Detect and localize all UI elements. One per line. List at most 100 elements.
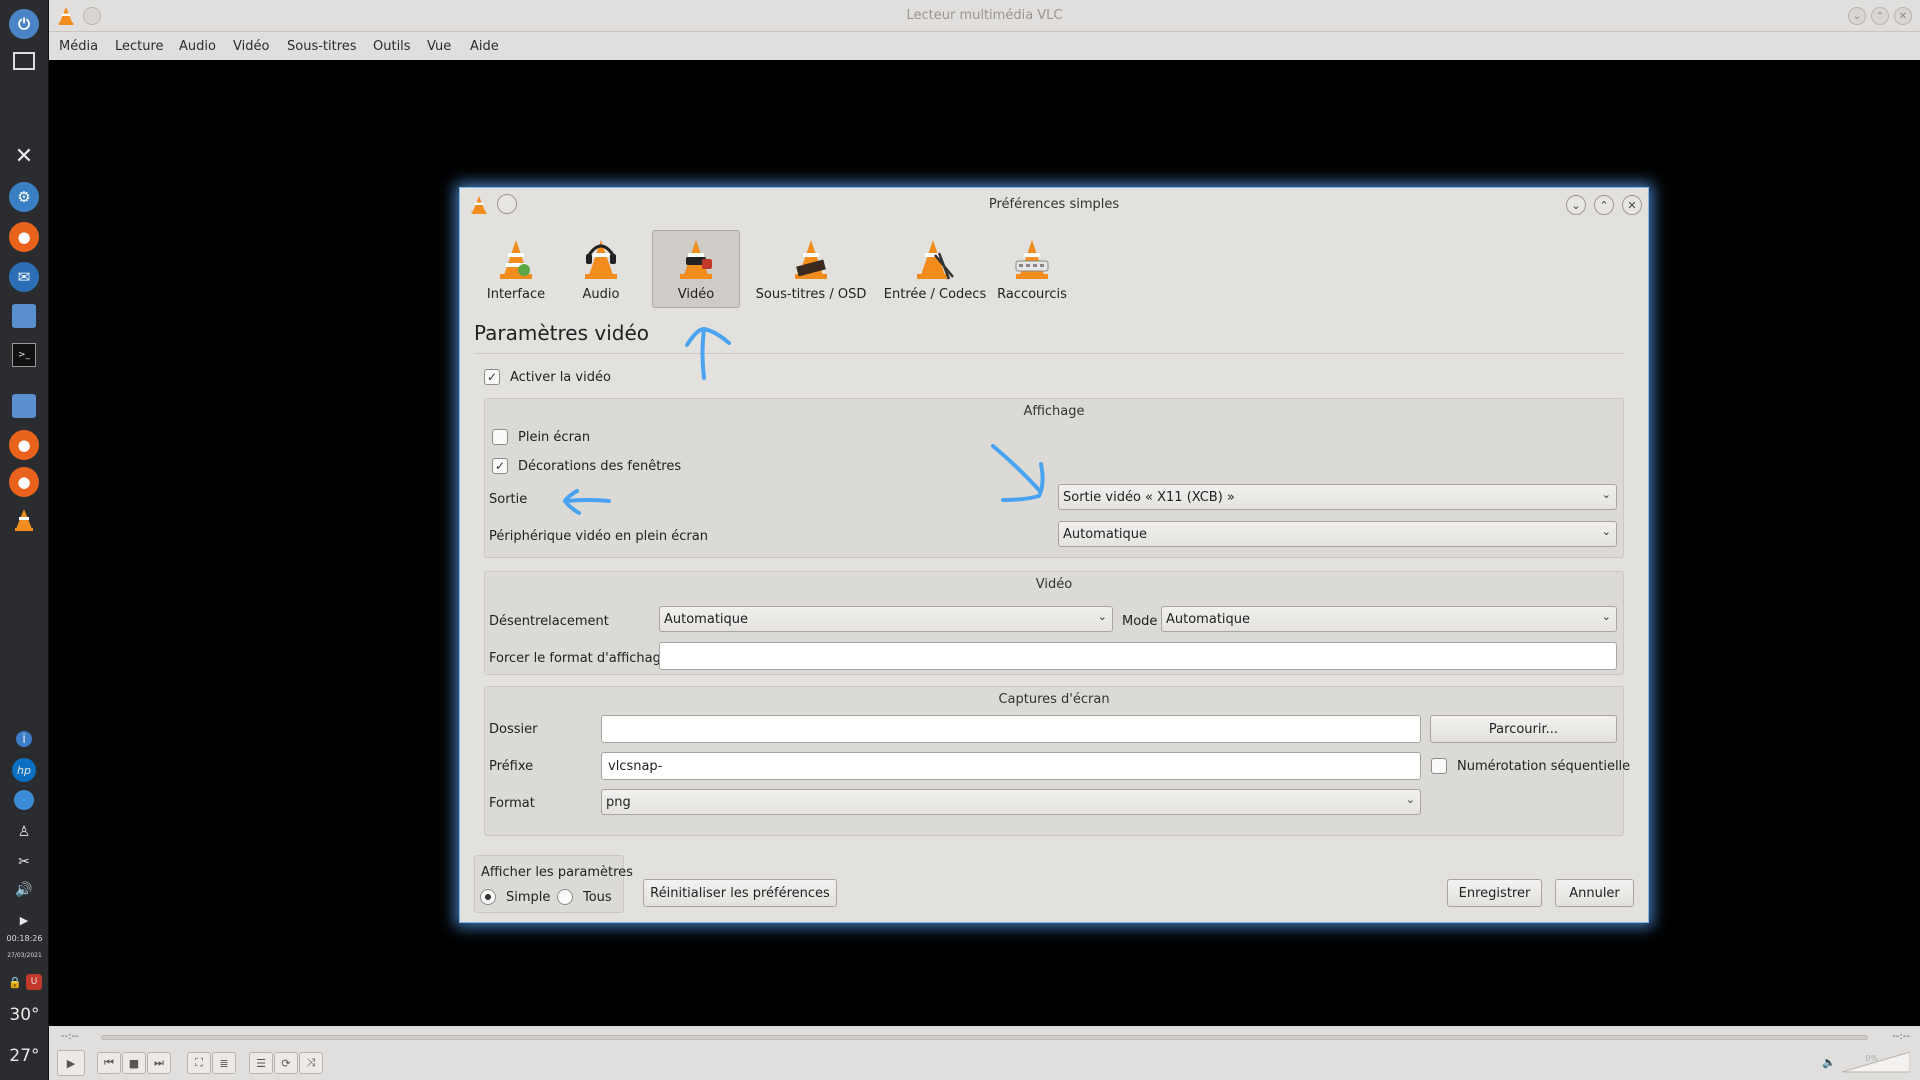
save-button[interactable]: Enregistrer xyxy=(1447,879,1542,907)
tab-video[interactable]: Vidéo xyxy=(652,230,740,308)
mode-label: Mode xyxy=(1122,614,1158,629)
playlist-button[interactable]: ☰ xyxy=(249,1052,273,1074)
menu-playback[interactable]: Lecture xyxy=(115,39,164,54)
deinterlace-mode-select[interactable]: Automatique ⌄ xyxy=(1161,606,1617,632)
file-manager-2-icon[interactable] xyxy=(12,394,36,418)
window-decorations-label[interactable]: Décorations des fenêtres xyxy=(518,459,681,474)
thunderbird-icon[interactable]: ✉ xyxy=(9,262,39,292)
expand-tray-icon[interactable]: ▶ xyxy=(12,908,36,932)
show-settings-box: Afficher les paramètres Simple Tous xyxy=(474,855,633,913)
dialog-titlebar: Préférences simples ⌄ ⌃ ✕ xyxy=(460,188,1648,222)
show-settings-title: Afficher les paramètres xyxy=(481,865,633,880)
snapshots-group: Captures d'écran Dossier Parcourir... Pr… xyxy=(484,686,1630,836)
enable-video-checkbox[interactable]: ✓ xyxy=(484,369,500,385)
volume-icon[interactable]: 🔊 xyxy=(12,878,36,902)
scissors-icon[interactable]: ✂ xyxy=(12,850,36,874)
printer-icon[interactable]: ♙ xyxy=(12,820,36,844)
tools-icon[interactable]: ✕ xyxy=(12,144,36,169)
tab-hotkeys-label: Raccourcis xyxy=(997,287,1067,302)
lock-icon[interactable]: 🔒 xyxy=(7,974,23,990)
menu-tools[interactable]: Outils xyxy=(373,39,411,54)
video-output-select[interactable]: Sortie vidéo « X11 (XCB) » ⌄ xyxy=(1058,484,1617,510)
vlc-icon[interactable] xyxy=(12,508,36,532)
fullscreen-checkbox[interactable] xyxy=(492,429,508,445)
play-button[interactable]: ▶ xyxy=(57,1050,85,1076)
previous-button[interactable]: ⏮ xyxy=(97,1052,121,1074)
window-decorations-checkbox[interactable]: ✓ xyxy=(492,458,508,474)
simple-radio-label[interactable]: Simple xyxy=(506,890,550,905)
section-divider xyxy=(474,353,1624,354)
fullscreen-button[interactable]: ⛶ xyxy=(187,1052,211,1074)
sequential-numbering-label[interactable]: Numérotation séquentielle xyxy=(1457,759,1630,774)
tab-hotkeys[interactable]: Raccourcis xyxy=(982,230,1082,308)
chevron-down-icon: ⌄ xyxy=(1405,793,1415,806)
annotation-arrow-left xyxy=(562,489,611,515)
elapsed-time: --:-- xyxy=(61,1031,79,1042)
loop-button[interactable]: ⟳ xyxy=(274,1052,298,1074)
firefox-2-icon[interactable]: ● xyxy=(9,430,39,460)
reset-preferences-button[interactable]: Réinitialiser les préférences xyxy=(643,879,837,907)
dialog-minimize-button[interactable]: ⌄ xyxy=(1566,195,1586,215)
firefox-icon[interactable]: ● xyxy=(9,222,39,252)
clock-date: 27/03/2021 xyxy=(7,952,42,959)
tab-interface[interactable]: Interface xyxy=(480,230,552,308)
sequential-numbering-checkbox[interactable] xyxy=(1431,758,1447,774)
dialog-close-button[interactable]: ✕ xyxy=(1622,195,1642,215)
aspect-ratio-input[interactable] xyxy=(659,642,1617,670)
menu-subtitles[interactable]: Sous-titres xyxy=(287,39,357,54)
fullscreen-device-value: Automatique xyxy=(1063,527,1148,542)
firefox-3-icon[interactable]: ● xyxy=(9,467,39,497)
info-icon[interactable]: i xyxy=(16,731,32,747)
browse-button[interactable]: Parcourir... xyxy=(1430,715,1617,743)
taskbar: ⏻ ✕ ⚙ ● ✉ >_ ● ● i hp ♙ ✂ 🔊 ▶ 00:18:26 2… xyxy=(0,0,49,1080)
enable-video-label[interactable]: Activer la vidéo xyxy=(510,370,611,385)
fullscreen-device-select[interactable]: Automatique ⌄ xyxy=(1058,521,1617,547)
video-output-value: Sortie vidéo « X11 (XCB) » xyxy=(1063,490,1235,505)
clock-time: 00:18:26 xyxy=(6,934,43,943)
video-cone-icon xyxy=(680,240,712,279)
network-icon[interactable] xyxy=(14,790,34,810)
file-manager-icon[interactable] xyxy=(12,304,36,328)
stop-button[interactable]: ■ xyxy=(122,1052,146,1074)
seek-slider[interactable] xyxy=(101,1035,1868,1040)
next-button[interactable]: ⏭ xyxy=(147,1052,171,1074)
deinterlace-select[interactable]: Automatique ⌄ xyxy=(659,606,1113,632)
menu-help[interactable]: Aide xyxy=(470,39,499,54)
app-launcher-icon[interactable]: ⏻ xyxy=(9,9,39,39)
all-radio-label[interactable]: Tous xyxy=(583,890,612,905)
menu-video[interactable]: Vidéo xyxy=(233,39,269,54)
terminal-icon[interactable]: >_ xyxy=(12,343,36,367)
dialog-maximize-button[interactable]: ⌃ xyxy=(1594,195,1614,215)
tab-input-codecs[interactable]: Entrée / Codecs xyxy=(874,230,996,308)
section-title: Paramètres vidéo xyxy=(474,321,650,345)
fullscreen-label[interactable]: Plein écran xyxy=(518,430,590,445)
menu-view[interactable]: Vue xyxy=(427,39,451,54)
simple-radio[interactable] xyxy=(480,889,496,905)
mute-icon[interactable]: 🔈 xyxy=(1822,1056,1836,1069)
menu-audio[interactable]: Audio xyxy=(179,39,216,54)
snapshot-format-value: png xyxy=(606,795,631,810)
snapshot-folder-input[interactable] xyxy=(601,715,1421,743)
shield-icon[interactable]: U xyxy=(26,974,42,990)
audio-cone-icon xyxy=(585,240,617,279)
tab-subtitles-osd[interactable]: Sous-titres / OSD xyxy=(750,230,872,308)
vlc-minimize-button[interactable]: ⌄ xyxy=(1848,7,1866,25)
preferences-dialog: Préférences simples ⌄ ⌃ ✕ Interface Audi… xyxy=(459,187,1649,923)
extended-settings-button[interactable]: ≣ xyxy=(212,1052,236,1074)
tab-subtitles-label: Sous-titres / OSD xyxy=(755,287,867,302)
vlc-close-button[interactable]: ✕ xyxy=(1894,7,1912,25)
show-desktop-icon[interactable] xyxy=(13,52,35,70)
video-group-title: Vidéo xyxy=(1035,577,1073,592)
tab-audio[interactable]: Audio xyxy=(570,230,632,308)
cancel-button[interactable]: Annuler xyxy=(1555,879,1634,907)
menu-media[interactable]: Média xyxy=(59,39,98,54)
chevron-down-icon: ⌄ xyxy=(1601,525,1611,538)
hp-icon[interactable]: hp xyxy=(12,758,36,782)
settings-gear-icon[interactable]: ⚙ xyxy=(9,182,39,212)
display-group-title: Affichage xyxy=(1023,404,1085,419)
shuffle-button[interactable]: ⤨ xyxy=(299,1052,323,1074)
snapshot-prefix-input[interactable]: vlcsnap- xyxy=(601,752,1421,780)
vlc-maximize-button[interactable]: ⌃ xyxy=(1871,7,1889,25)
snapshot-format-select[interactable]: png ⌄ xyxy=(601,789,1421,815)
all-radio[interactable] xyxy=(557,889,573,905)
